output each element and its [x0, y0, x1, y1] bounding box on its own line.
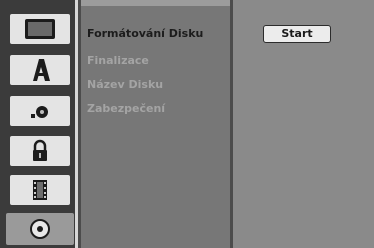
menu-item-format-disc[interactable]: Formátování Disku: [87, 25, 203, 43]
disc-menu-list: Formátování Disku Finalizace Název Disku…: [81, 6, 230, 248]
menu-item-disc-name[interactable]: Název Disku: [87, 76, 163, 94]
tv-icon: [25, 19, 55, 39]
category-tv[interactable]: [10, 14, 70, 44]
option-panel: Start: [233, 0, 374, 248]
menu-item-security[interactable]: Zabezpečení: [87, 100, 165, 118]
audio-icon: [31, 106, 48, 118]
category-film[interactable]: [10, 175, 70, 205]
menu-item-finalize[interactable]: Finalizace: [87, 52, 149, 70]
start-button[interactable]: Start: [263, 25, 331, 43]
language-icon: [33, 59, 50, 81]
lock-icon: [33, 139, 47, 161]
disc-icon: [30, 219, 50, 239]
category-lock[interactable]: [10, 136, 70, 166]
category-icon-column: [0, 0, 78, 248]
setup-menu-screen: Formátování Disku Finalizace Název Disku…: [0, 0, 374, 248]
category-disc[interactable]: [6, 213, 74, 245]
category-audio[interactable]: [10, 96, 70, 126]
film-icon: [33, 180, 47, 200]
category-language[interactable]: [10, 55, 70, 85]
